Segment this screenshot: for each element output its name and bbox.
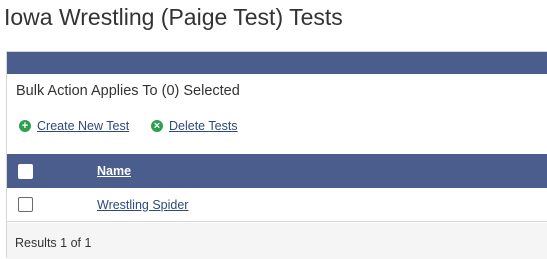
test-name-link[interactable]: Wrestling Spider — [97, 198, 188, 212]
x-circle-icon: × — [151, 120, 163, 132]
select-all-checkbox[interactable] — [18, 164, 33, 179]
table-footer: Results 1 of 1 — [7, 223, 547, 259]
tests-panel: Bulk Action Applies To (0) Selected + Cr… — [6, 51, 547, 259]
table-row: Wrestling Spider — [7, 188, 547, 222]
results-count: Results 1 of 1 — [15, 236, 92, 250]
create-new-test-button[interactable]: + Create New Test — [19, 119, 129, 133]
table-header: Name — [7, 154, 547, 188]
delete-tests-button[interactable]: × Delete Tests — [151, 119, 238, 133]
create-new-test-label[interactable]: Create New Test — [37, 119, 129, 133]
panel-header-bar — [7, 52, 547, 74]
delete-tests-label[interactable]: Delete Tests — [169, 119, 238, 133]
page-title: Iowa Wrestling (Paige Test) Tests — [4, 4, 343, 30]
bulk-action-status: Bulk Action Applies To (0) Selected — [16, 83, 240, 99]
column-header-name[interactable]: Name — [97, 164, 131, 178]
row-select-checkbox[interactable] — [18, 197, 33, 212]
plus-circle-icon: + — [19, 120, 31, 132]
